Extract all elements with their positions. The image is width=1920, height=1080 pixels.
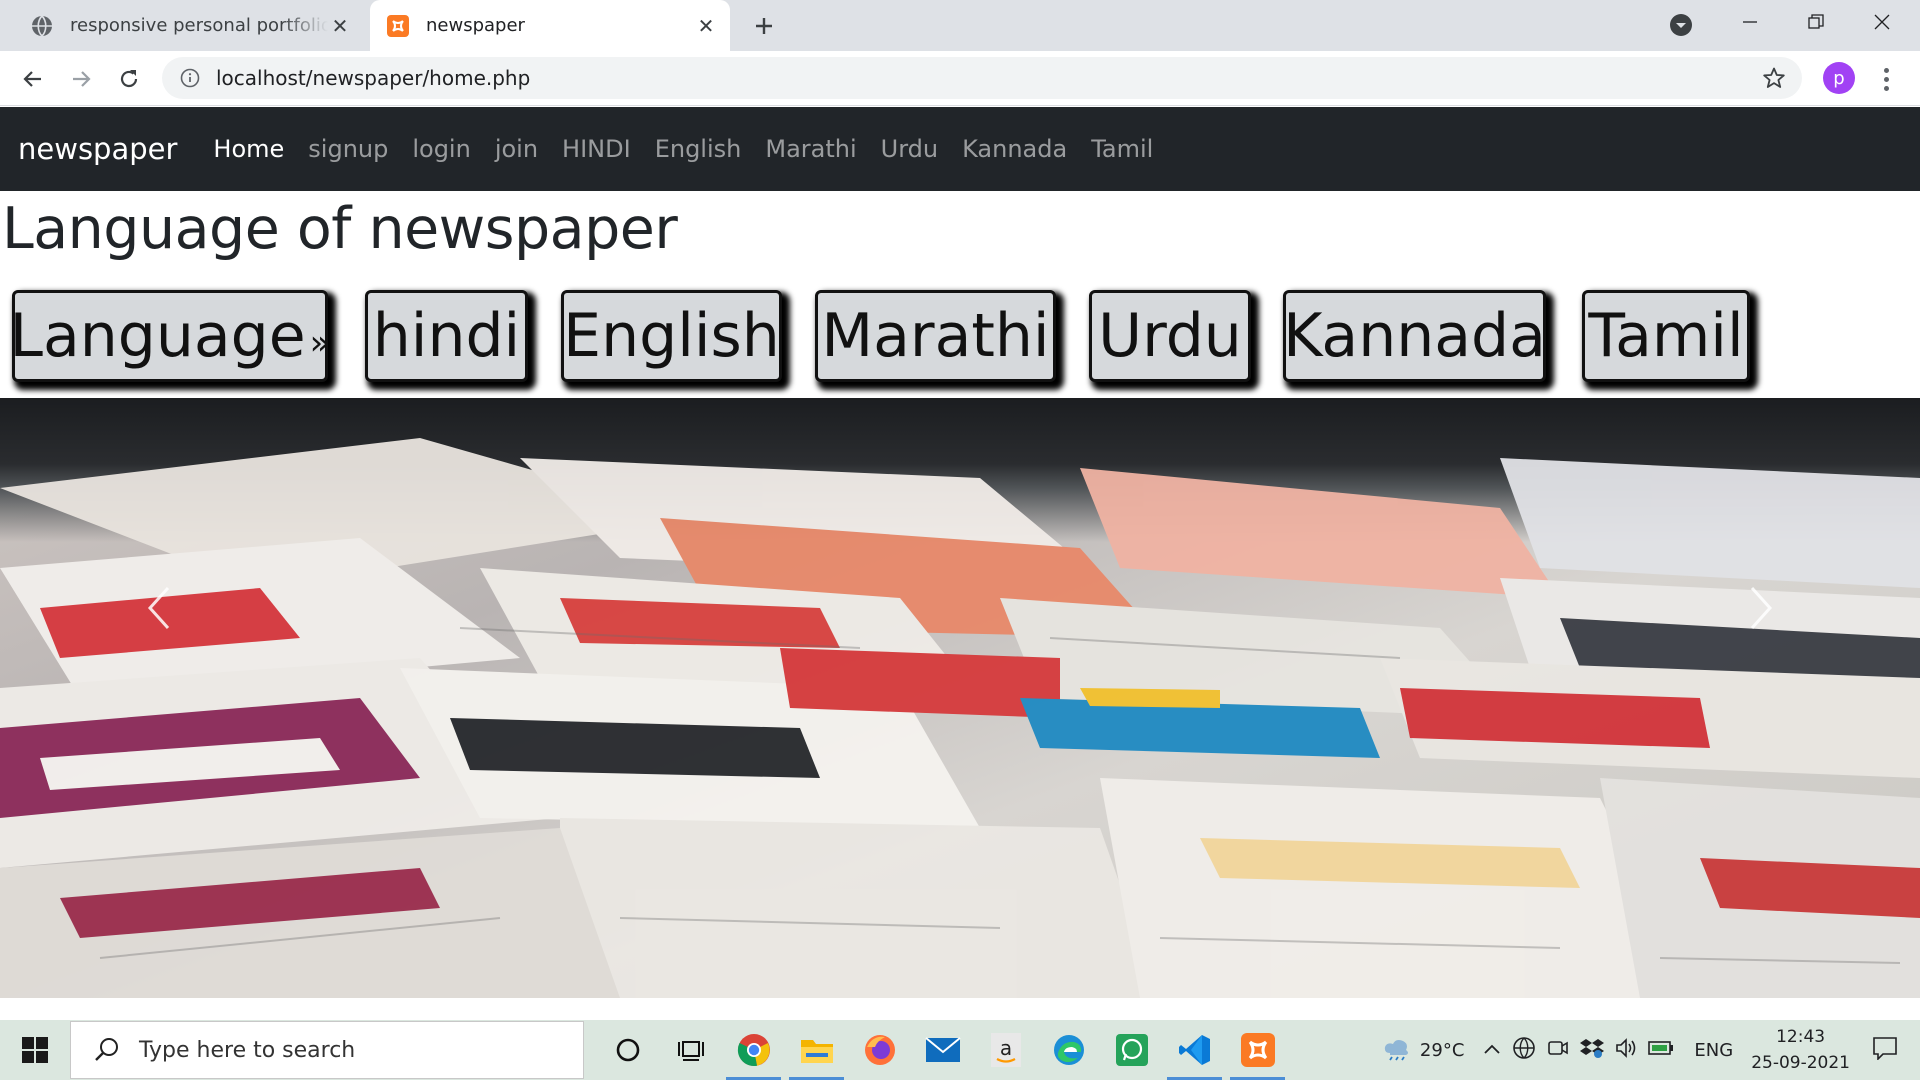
file-explorer-icon[interactable] [785,1020,848,1080]
browser-tab-newspaper[interactable]: newspaper ✕ [370,0,730,51]
search-icon [93,1036,121,1064]
nav-link-home[interactable]: Home [213,135,284,163]
clock-time: 12:43 [1776,1027,1826,1047]
battery-icon[interactable] [1648,1039,1674,1061]
task-view-icon[interactable] [659,1020,722,1080]
page-title: Language of newspaper [2,196,678,262]
url-text[interactable]: localhost/newspaper/home.php [216,66,530,90]
profile-avatar[interactable]: p [1823,62,1855,94]
site-navbar: newspaper Home signup login join HINDI E… [0,107,1920,191]
bookmark-star-icon[interactable] [1762,66,1786,90]
system-tray: 29°C ENG 12:43 25-09-2021 [1382,1020,1920,1080]
chrome-taskbar-icon[interactable] [722,1020,785,1080]
new-tab-button[interactable] [748,10,780,42]
reload-icon[interactable] [114,64,144,94]
nav-link-login[interactable]: login [412,135,470,163]
newspaper-carousel [0,398,1920,998]
globe-icon [31,14,53,37]
nav-link-urdu[interactable]: Urdu [881,135,938,163]
vscode-icon[interactable] [1163,1020,1226,1080]
nav-link-marathi[interactable]: Marathi [765,135,856,163]
nav-link-signup[interactable]: signup [308,135,388,163]
network-globe-icon[interactable] [1512,1036,1536,1064]
mail-icon[interactable] [911,1020,974,1080]
english-button[interactable]: English [561,290,782,382]
browser-toolbar: localhost/newspaper/home.php p [0,51,1920,106]
xampp-taskbar-icon[interactable] [1226,1020,1289,1080]
browser-tab-portfolio[interactable]: responsive personal portfolio website ✕ [14,0,364,51]
minimize-window-icon[interactable] [1720,0,1780,44]
browser-tab-strip: responsive personal portfolio website ✕ … [0,0,1920,51]
close-tab-icon[interactable]: ✕ [328,14,352,38]
kannada-button[interactable]: Kannada [1283,290,1546,382]
xampp-icon [387,14,409,37]
language-button-row: Language» hindi English Marathi Urdu Kan… [0,286,1920,398]
volume-icon[interactable] [1614,1037,1638,1063]
address-bar[interactable]: localhost/newspaper/home.php [162,57,1802,99]
language-button-label: Language [9,301,306,371]
carousel-next-icon[interactable] [1740,578,1780,638]
marathi-button[interactable]: Marathi [815,290,1056,382]
nav-link-join[interactable]: join [495,135,538,163]
nav-link-tamil[interactable]: Tamil [1091,135,1153,163]
taskbar-clock[interactable]: 12:43 25-09-2021 [1751,1024,1850,1076]
language-dropdown-button[interactable]: Language» [9,290,331,382]
firefox-icon[interactable] [848,1020,911,1080]
tab-title: newspaper [426,15,525,36]
back-arrow-icon[interactable] [18,64,48,94]
close-window-icon[interactable] [1852,0,1912,44]
double-chevron-icon: » [309,323,331,363]
clock-date: 25-09-2021 [1751,1053,1850,1073]
weather-icon[interactable] [1382,1035,1412,1065]
browser-menu-icon[interactable] [1874,65,1898,93]
site-info-icon[interactable] [178,66,202,90]
whatsapp-icon[interactable] [1100,1020,1163,1080]
notification-center-icon[interactable] [1872,1036,1898,1064]
nav-link-kannada[interactable]: Kannada [962,135,1067,163]
meet-now-icon[interactable] [1546,1037,1570,1063]
svg-text:a: a [999,1036,1011,1060]
windows-taskbar: Type here to search a 29°C ENG 12:43 25-… [0,1020,1920,1080]
dropbox-icon[interactable] [1580,1037,1605,1063]
chevron-up-icon[interactable] [1482,1041,1502,1060]
windows-start-icon[interactable] [0,1020,70,1080]
urdu-button[interactable]: Urdu [1089,290,1251,382]
nav-link-hindi[interactable]: HINDI [562,135,631,163]
input-language[interactable]: ENG [1694,1040,1733,1061]
newspaper-stack-image [0,438,1920,998]
tab-search-icon[interactable] [1669,13,1693,37]
forward-arrow-icon[interactable] [66,64,96,94]
tamil-button[interactable]: Tamil [1582,290,1750,382]
nav-link-english[interactable]: English [655,135,742,163]
amazon-icon[interactable]: a [974,1020,1037,1080]
cortana-icon[interactable] [596,1020,659,1080]
carousel-prev-icon[interactable] [140,578,180,638]
restore-window-icon[interactable] [1786,0,1846,44]
brand-link[interactable]: newspaper [18,132,177,166]
weather-temperature[interactable]: 29°C [1420,1040,1464,1061]
tab-title: responsive personal portfolio website [70,15,328,36]
hindi-button[interactable]: hindi [365,290,528,382]
taskbar-search-input[interactable]: Type here to search [70,1021,584,1079]
close-tab-icon[interactable]: ✕ [694,14,718,38]
edge-icon[interactable] [1037,1020,1100,1080]
search-placeholder: Type here to search [139,1037,356,1063]
